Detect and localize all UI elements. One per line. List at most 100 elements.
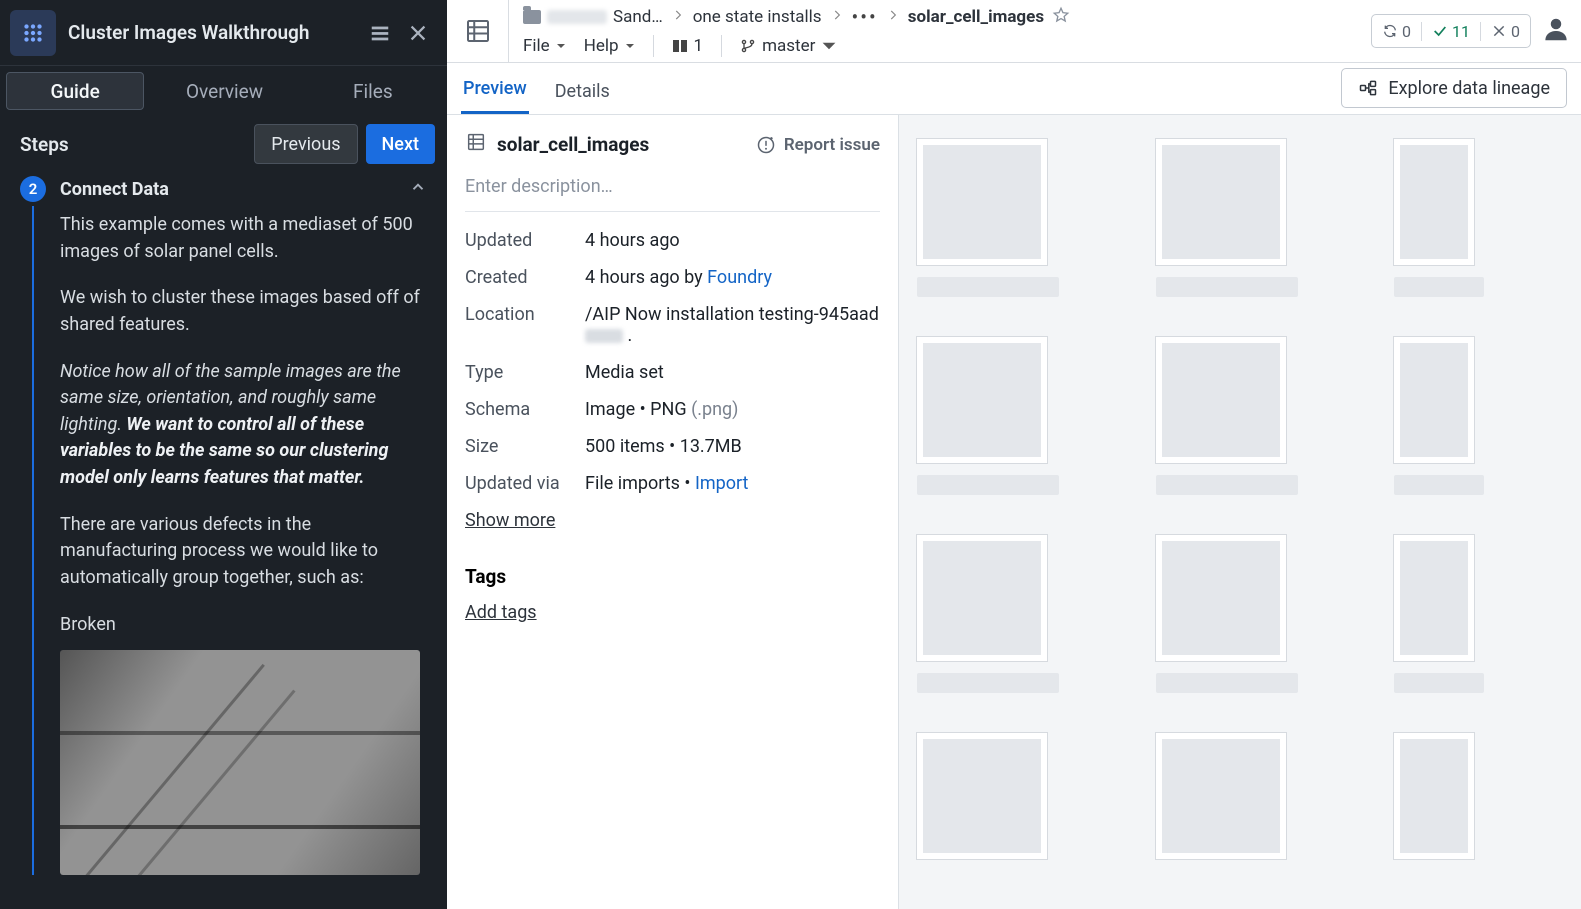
thumbnail-caption: [917, 673, 1059, 693]
crumb-current[interactable]: solar_cell_images: [908, 7, 1044, 27]
account-icon[interactable]: [1541, 14, 1571, 48]
thumbnail-caption: [1156, 475, 1298, 495]
crumb-blur: [547, 10, 607, 24]
crumb-seg[interactable]: one state installs: [693, 7, 822, 27]
column-count[interactable]: 1: [672, 36, 704, 56]
help-menu-label: Help: [584, 36, 619, 56]
content-split: solar_cell_images Report issue Enter des…: [447, 115, 1581, 909]
thumbnail[interactable]: [1156, 337, 1325, 495]
thumbnail-image: [1156, 733, 1286, 859]
tab-overview[interactable]: Overview: [156, 72, 292, 110]
kv-key: Updated via: [465, 473, 585, 494]
breadcrumb: Sand… one state installs ••• solar_cell_…: [523, 2, 1361, 32]
thumbnail[interactable]: [917, 733, 1086, 859]
dataset-title-row: solar_cell_images Report issue: [465, 131, 880, 158]
created-by-link[interactable]: Foundry: [707, 267, 772, 288]
kv-key: Updated: [465, 230, 585, 251]
step-header[interactable]: 2 Connect Data: [20, 172, 427, 212]
thumbnail[interactable]: [1394, 337, 1563, 495]
chevron-right-icon: [886, 7, 900, 27]
tab-guide[interactable]: Guide: [6, 72, 144, 110]
file-menu[interactable]: File: [523, 36, 566, 56]
dataset-name: solar_cell_images: [497, 133, 649, 156]
close-icon[interactable]: [399, 14, 437, 52]
dataset-type-icon[interactable]: [447, 0, 509, 62]
step-para: We wish to cluster these images based of…: [60, 285, 427, 338]
help-menu[interactable]: Help: [584, 36, 635, 56]
branch-select[interactable]: master: [740, 36, 837, 56]
thumbnail-grid[interactable]: [899, 115, 1581, 909]
step-number-badge: 2: [20, 176, 46, 202]
step-body: 2 Connect Data This example comes with a…: [0, 172, 447, 909]
branch-label: master: [762, 36, 815, 56]
thumbnail-image: [917, 733, 1047, 859]
kv-value: 500 items • 13.7MB: [585, 436, 880, 457]
chevron-up-icon: [409, 178, 427, 200]
thumbnail-caption: [1394, 475, 1484, 495]
steps-bar: Steps Previous Next: [0, 116, 447, 172]
report-issue-label: Report issue: [784, 135, 880, 155]
kv-text: /AIP Now installation testing-945aad: [585, 304, 879, 325]
stat-sync: 0: [1372, 22, 1421, 41]
thumbnail[interactable]: [917, 139, 1086, 297]
show-more-link[interactable]: Show more: [465, 510, 555, 531]
crumb-overflow[interactable]: •••: [852, 5, 878, 29]
thumbnail[interactable]: [1156, 733, 1325, 859]
thumbnail-caption: [917, 475, 1059, 495]
thumbnail-caption: [1156, 277, 1298, 297]
thumbnail[interactable]: [917, 337, 1086, 495]
tab-details[interactable]: Details: [553, 69, 612, 114]
import-link[interactable]: Import: [695, 473, 748, 494]
topbar-main: Sand… one state installs ••• solar_cell_…: [509, 0, 1371, 62]
kv-key: Schema: [465, 399, 585, 420]
kv-key: Location: [465, 304, 585, 325]
thumbnail-caption: [1394, 277, 1484, 297]
tab-files[interactable]: Files: [305, 72, 441, 110]
thumbnail-image: [1394, 733, 1474, 859]
menu-icon[interactable]: [361, 14, 399, 52]
step-para: This example comes with a mediaset of 50…: [60, 212, 427, 265]
crumb-root-label: Sand…: [613, 7, 663, 27]
thumbnail[interactable]: [1394, 139, 1563, 297]
metadata-panel: solar_cell_images Report issue Enter des…: [447, 115, 899, 909]
thumbnail[interactable]: [1394, 733, 1563, 859]
next-button[interactable]: Next: [366, 124, 435, 164]
kv-value: /AIP Now installation testing-945aad .: [585, 304, 880, 346]
thumbnail[interactable]: [1394, 535, 1563, 693]
dataset-icon: [465, 131, 487, 158]
thumbnail[interactable]: [1156, 139, 1325, 297]
dataset-tabs: Preview Details Explore data lineage: [447, 63, 1581, 115]
kv-key: Created: [465, 267, 585, 288]
folder-icon: [523, 10, 541, 24]
add-tags-link[interactable]: Add tags: [465, 602, 537, 623]
step-title: Connect Data: [60, 179, 395, 200]
thumbnail[interactable]: [917, 535, 1086, 693]
kv-dim: (.png): [691, 399, 738, 420]
explore-lineage-button[interactable]: Explore data lineage: [1341, 68, 1567, 108]
thumbnail-caption: [917, 277, 1059, 297]
crumb-root[interactable]: Sand…: [523, 7, 663, 27]
description-input[interactable]: Enter description…: [465, 176, 880, 212]
previous-button[interactable]: Previous: [254, 124, 357, 164]
thumbnail-image: [1394, 139, 1474, 265]
stat-fail: 0: [1480, 22, 1530, 41]
build-stats[interactable]: 0 11 0: [1371, 14, 1531, 48]
kv-text: Image • PNG: [585, 399, 691, 420]
explore-lineage-label: Explore data lineage: [1388, 78, 1550, 99]
thumbnail[interactable]: [1156, 535, 1325, 693]
star-icon[interactable]: [1052, 6, 1070, 29]
column-count-value: 1: [694, 36, 704, 56]
step-para: There are various defects in the manufac…: [60, 512, 427, 592]
report-issue-button[interactable]: Report issue: [756, 135, 880, 155]
kv-text: File imports •: [585, 473, 695, 494]
tab-preview[interactable]: Preview: [461, 66, 529, 114]
chevron-right-icon: [671, 7, 685, 27]
guide-sidebar: Cluster Images Walkthrough Guide Overvie…: [0, 0, 447, 909]
divider: [653, 35, 654, 57]
kv-value: 4 hours ago: [585, 230, 880, 251]
kv-value: Image • PNG (.png): [585, 399, 880, 420]
file-menu-label: File: [523, 36, 550, 56]
sidebar-header: Cluster Images Walkthrough: [0, 0, 447, 66]
stat-ok: 11: [1421, 22, 1480, 41]
thumbnail-image: [917, 337, 1047, 463]
